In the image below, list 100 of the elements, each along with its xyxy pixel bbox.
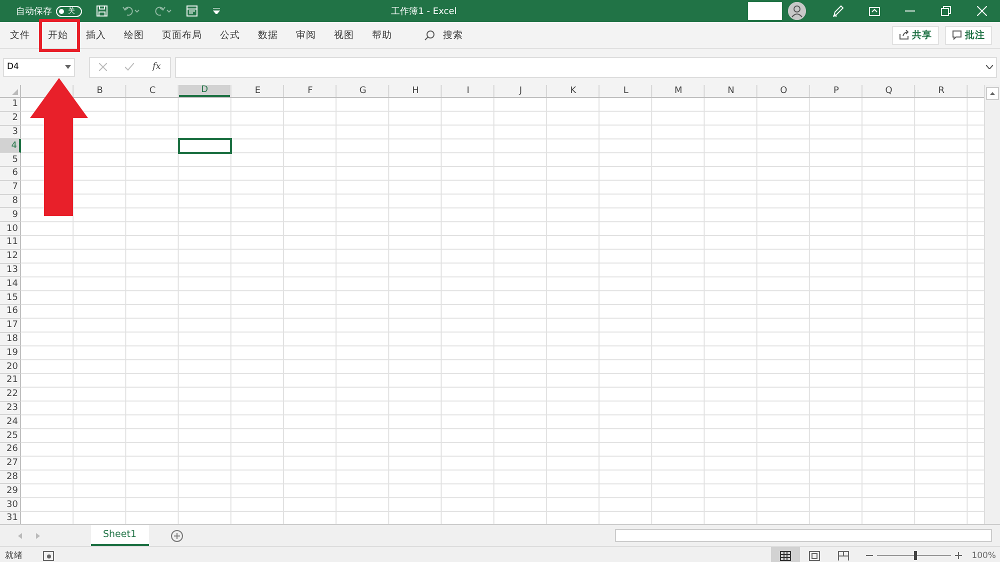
column-header[interactable]: J	[517, 85, 524, 97]
row-header[interactable]: 30	[0, 498, 21, 512]
row-header[interactable]: 5	[0, 153, 21, 167]
window-title: 工作簿1 - Excel	[390, 6, 458, 18]
ribbon-tab[interactable]: 页面布局	[156, 24, 208, 46]
comment-icon	[952, 30, 962, 40]
zoom-in-icon[interactable]	[954, 552, 962, 559]
column-header[interactable]: K	[568, 85, 578, 97]
insert-function-button[interactable]: fx	[152, 62, 161, 72]
row-header[interactable]: 31	[0, 512, 21, 524]
row-header[interactable]: 2	[0, 112, 21, 126]
ribbon-tab[interactable]: 帮助	[366, 24, 398, 46]
column-header[interactable]: D	[178, 85, 230, 97]
row-header[interactable]: 24	[0, 415, 21, 430]
column-header[interactable]: E	[252, 85, 263, 97]
search-label[interactable]: 搜索	[443, 28, 463, 42]
autosave-label: 自动保存	[16, 6, 52, 18]
column-header[interactable]: Q	[883, 85, 894, 97]
row-header[interactable]: 21	[0, 374, 21, 388]
undo-icon[interactable]	[122, 5, 140, 17]
check-icon[interactable]	[125, 63, 134, 71]
column-header[interactable]: G	[357, 85, 368, 97]
zoom-level[interactable]: 100%	[972, 550, 996, 560]
row-header[interactable]: 17	[0, 318, 21, 333]
highlight-frame	[39, 19, 80, 52]
row-header[interactable]: 4	[0, 139, 21, 154]
row-header[interactable]: 1	[0, 98, 21, 112]
ribbon-tab[interactable]: 绘图	[118, 24, 150, 46]
column-header[interactable]: P	[831, 85, 841, 97]
column-header[interactable]: R	[936, 85, 947, 97]
row-header[interactable]: 3	[0, 126, 21, 140]
save-icon[interactable]	[96, 5, 108, 17]
column-header[interactable]: B	[94, 85, 105, 97]
ribbon-tab[interactable]: 插入	[80, 24, 112, 46]
active-cell[interactable]	[178, 138, 232, 154]
ribbon-tab[interactable]: 公式	[214, 24, 246, 46]
close-icon[interactable]	[977, 6, 987, 16]
row-header[interactable]: 8	[0, 194, 21, 208]
row-header[interactable]: 28	[0, 470, 21, 484]
scroll-up-icon[interactable]	[990, 92, 995, 95]
dropdown-caret-icon[interactable]	[65, 65, 71, 69]
ribbon-tab[interactable]: 数据	[252, 24, 284, 46]
add-sheet-icon[interactable]	[170, 530, 183, 542]
status-text: 就绪	[5, 550, 23, 562]
row-header[interactable]: 16	[0, 304, 21, 319]
normal-view-button[interactable]	[770, 547, 800, 562]
minimize-icon[interactable]	[905, 10, 915, 12]
macro-record-icon[interactable]	[43, 550, 54, 560]
row-header[interactable]: 20	[0, 360, 21, 374]
triangle-icon	[12, 89, 18, 95]
pen-icon[interactable]	[832, 5, 844, 17]
expand-caret-icon[interactable]	[986, 65, 993, 69]
column-header[interactable]: I	[464, 85, 472, 97]
redo-icon[interactable]	[154, 5, 172, 17]
ribbon-tab[interactable]: 审阅	[290, 24, 322, 46]
row-header[interactable]: 15	[0, 291, 21, 305]
sheet-tab[interactable]: Sheet1	[91, 525, 149, 546]
row-header[interactable]: 29	[0, 484, 21, 498]
horizontal-scrollbar[interactable]	[615, 529, 992, 542]
comments-button[interactable]: 批注	[945, 26, 992, 44]
zoom-out-icon[interactable]	[866, 552, 873, 559]
row-header[interactable]: 12	[0, 250, 21, 264]
row-header[interactable]: 27	[0, 456, 21, 471]
ribbon-tab[interactable]: 开始	[42, 24, 74, 46]
column-header[interactable]: L	[621, 85, 630, 97]
vertical-scrollbar[interactable]	[984, 85, 1000, 524]
form-icon[interactable]	[186, 5, 199, 17]
name-box[interactable]: D4	[3, 58, 75, 76]
page-icon	[808, 550, 820, 560]
ribbon-display-icon[interactable]	[868, 6, 880, 16]
search-icon[interactable]	[424, 30, 435, 40]
avatar-icon[interactable]	[788, 2, 806, 20]
row-header[interactable]: 13	[0, 264, 21, 278]
column-header[interactable]: O	[778, 85, 790, 97]
ribbon-tab[interactable]: 视图	[328, 24, 360, 46]
ribbon-tab[interactable]: 文件	[4, 24, 36, 46]
row-header[interactable]: 26	[0, 442, 21, 457]
row-header[interactable]: 23	[0, 402, 21, 416]
row-header[interactable]: 25	[0, 429, 21, 443]
column-header[interactable]: H	[410, 85, 421, 97]
restore-icon[interactable]	[941, 6, 951, 16]
row-header[interactable]: 14	[0, 277, 21, 292]
share-button[interactable]: 共享	[892, 26, 939, 44]
account-name-field[interactable]	[748, 2, 782, 20]
page-break-icon	[838, 550, 849, 560]
column-header[interactable]: N	[726, 85, 736, 97]
column-header[interactable]: F	[306, 85, 315, 97]
customize-caret-icon[interactable]	[213, 8, 220, 14]
grid-icon	[780, 550, 791, 560]
column-header[interactable]: C	[147, 85, 158, 97]
row-header[interactable]: 11	[0, 236, 21, 250]
row-header[interactable]: 6	[0, 166, 21, 181]
row-header[interactable]: 18	[0, 332, 21, 346]
column-header[interactable]: M	[672, 85, 684, 97]
row-header[interactable]: 7	[0, 180, 21, 195]
formula-input[interactable]	[175, 56, 997, 78]
row-header[interactable]: 19	[0, 346, 21, 360]
row-header[interactable]: 10	[0, 222, 21, 236]
row-header[interactable]: 22	[0, 388, 21, 402]
row-header[interactable]: 9	[0, 208, 21, 222]
